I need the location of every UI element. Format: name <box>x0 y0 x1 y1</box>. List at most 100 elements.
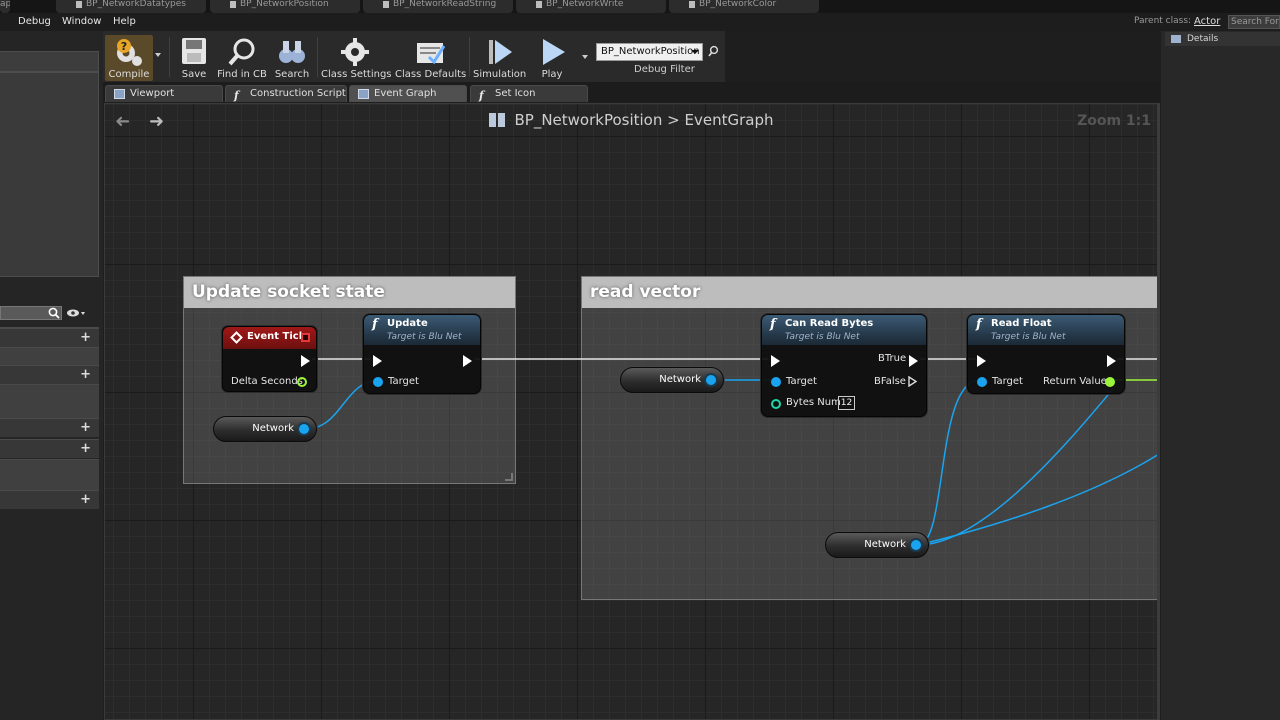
simulation-label: Simulation <box>473 69 527 80</box>
play-dropdown-caret[interactable] <box>582 55 588 59</box>
comment-title[interactable]: Update socket state <box>184 277 515 308</box>
class-settings-label: Class Settings <box>321 69 392 80</box>
simulation-button[interactable]: Simulation <box>473 35 527 81</box>
event-graph-icon <box>358 89 369 99</box>
tab-viewport[interactable]: Viewport <box>105 85 223 102</box>
tab-event-graph[interactable]: Event Graph <box>349 85 467 102</box>
add-dispatcher-button[interactable]: + <box>80 493 91 506</box>
compile-dropdown-caret[interactable] <box>155 53 161 57</box>
file-tab-networkposition[interactable]: BP_NetworkPosition <box>210 0 360 13</box>
my-blueprint-panel: + + + + + <box>0 31 103 720</box>
debug-object-select[interactable]: BP_NetworkPosition <box>596 43 703 61</box>
target-label: Target <box>786 376 817 387</box>
comment-title[interactable]: read vector <box>582 277 1157 308</box>
left-section-graphs[interactable]: + <box>0 328 99 347</box>
bytes-num-pin[interactable] <box>771 399 781 409</box>
update-node-subtitle: Target is Blu Net <box>387 332 462 342</box>
eye-icon[interactable] <box>66 308 86 318</box>
graph-breadcrumb: BP_NetworkPosition > EventGraph <box>105 111 1157 129</box>
file-tab-networkcolor[interactable]: BP_NetworkColor <box>669 0 819 13</box>
search-button[interactable]: Search <box>269 35 315 81</box>
menu-help[interactable]: Help <box>113 16 136 27</box>
exec-in-pin[interactable] <box>977 355 986 367</box>
target-label: Target <box>388 376 419 387</box>
search-icon[interactable] <box>48 307 60 319</box>
tab-construction-script[interactable]: f Construction Script <box>225 85 347 102</box>
file-tab-label: BP_NetworkDatatypes <box>86 0 186 9</box>
debug-filter-label: Debug Filter <box>634 64 695 75</box>
read-float-node[interactable]: f Read Float Target is Blu Net Target Retu… <box>967 314 1125 394</box>
left-section-list <box>0 384 99 418</box>
tab-set-icon[interactable]: f Set Icon <box>470 85 588 102</box>
network-out-pin[interactable] <box>299 424 309 434</box>
save-label: Save <box>181 69 207 80</box>
file-tab-networkreadstring[interactable]: BP_NetworkReadString <box>363 0 513 13</box>
exec-in-pin[interactable] <box>771 355 780 367</box>
target-pin[interactable] <box>373 377 383 387</box>
class-defaults-button[interactable]: Class Defaults <box>395 35 466 81</box>
exec-out-pin[interactable] <box>1107 355 1116 367</box>
delta-seconds-pin[interactable] <box>297 377 307 387</box>
play-label: Play <box>541 69 563 80</box>
details-tab[interactable]: Details <box>1165 32 1280 46</box>
exec-out-pin[interactable] <box>463 355 472 367</box>
network-var-label: Network <box>864 539 906 550</box>
exec-in-pin[interactable] <box>373 355 382 367</box>
blueprint-file-icon <box>383 1 389 8</box>
add-variable-button[interactable]: + <box>80 442 91 455</box>
bfalse-exec-pin[interactable] <box>908 376 918 387</box>
left-section-variables[interactable]: + <box>0 439 99 458</box>
breadcrumb-graph[interactable]: EventGraph <box>685 111 774 129</box>
event-tick-node[interactable]: Event Tick Delta Seconds <box>222 326 317 392</box>
read-float-title: Read Float <box>991 318 1052 329</box>
play-button[interactable]: Play <box>531 35 573 81</box>
breadcrumb-blueprint[interactable]: BP_NetworkPosition <box>515 111 663 129</box>
toolbar-separator <box>317 37 318 77</box>
exec-out-pin[interactable] <box>301 355 310 367</box>
add-graph-button[interactable]: + <box>80 331 91 344</box>
bytes-num-label: Bytes Num <box>786 397 841 408</box>
add-function-button[interactable]: + <box>80 368 91 381</box>
parent-class-link[interactable]: Actor <box>1194 16 1220 27</box>
network-variable-node[interactable]: Network <box>825 532 929 558</box>
function-icon: f <box>234 89 239 102</box>
add-macro-button[interactable]: + <box>80 421 91 434</box>
svg-text:?: ? <box>121 40 127 53</box>
comment-resize-handle[interactable] <box>505 473 513 481</box>
update-function-node[interactable]: f Update Target is Blu Net Target <box>363 314 481 394</box>
return-value-pin[interactable] <box>1105 377 1115 387</box>
bytes-num-input[interactable]: 12 <box>838 396 855 410</box>
delegate-pin-icon[interactable] <box>301 333 310 342</box>
find-in-cb-button[interactable]: Find in CB <box>217 35 267 81</box>
network-variable-node[interactable]: Network <box>213 416 317 442</box>
compile-button[interactable]: ? Compile <box>105 35 153 81</box>
menu-debug[interactable]: Debug <box>18 16 51 27</box>
function-icon: f <box>479 89 484 102</box>
can-read-bytes-node[interactable]: f Can Read Bytes Target is Blu Net BTrue T… <box>761 314 927 417</box>
network-var-label: Network <box>659 374 701 385</box>
event-graph-canvas[interactable]: ➜ ➜ BP_NetworkPosition > EventGraph Zoom… <box>104 103 1158 720</box>
play-icon <box>543 39 565 65</box>
left-section-functions[interactable]: + <box>0 365 99 384</box>
event-tick-header: Event Tick <box>223 327 316 349</box>
left-section-dispatchers[interactable]: + <box>0 490 99 509</box>
menu-window[interactable]: Window <box>62 16 101 27</box>
network-out-pin[interactable] <box>911 540 921 550</box>
btrue-exec-pin[interactable] <box>909 355 918 367</box>
class-settings-button[interactable]: Class Settings <box>321 35 392 81</box>
tab-label: Event Graph <box>374 88 437 99</box>
file-tab-networkwrite[interactable]: BP_NetworkWrite <box>516 0 666 13</box>
graph-icon <box>488 113 505 127</box>
network-variable-node[interactable]: Network <box>620 367 724 393</box>
file-tab-networkdatatypes[interactable]: BP_NetworkDatatypes <box>56 0 206 13</box>
left-section-macros[interactable]: + <box>0 418 99 437</box>
debug-search-icon[interactable] <box>708 45 720 57</box>
file-tab-partial[interactable]: ap <box>0 0 10 13</box>
zoom-level: Zoom 1:1 <box>1077 113 1151 129</box>
network-out-pin[interactable] <box>706 375 716 385</box>
target-pin[interactable] <box>771 377 781 387</box>
save-button[interactable]: Save <box>173 35 215 81</box>
target-pin[interactable] <box>977 377 987 387</box>
search-for-input[interactable]: Search For <box>1228 15 1280 29</box>
graph-scrollbar[interactable] <box>1157 103 1160 720</box>
